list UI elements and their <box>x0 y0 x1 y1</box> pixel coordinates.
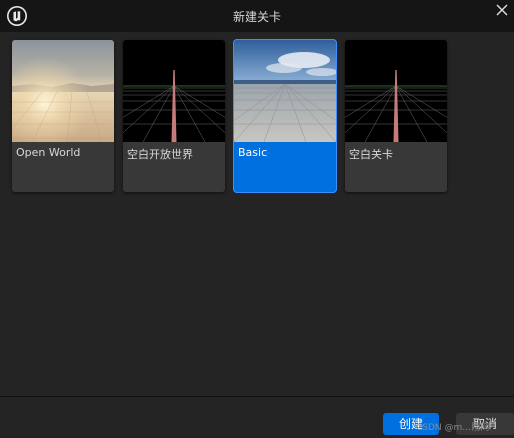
template-card-empty-open-world[interactable]: 空白开放世界 <box>123 40 225 192</box>
open-world-desert-thumbnail <box>12 40 114 142</box>
window-title: 新建关卡 <box>232 10 281 24</box>
template-label: Open World <box>16 146 81 159</box>
template-card-empty-level[interactable]: 空白关卡 <box>345 40 447 192</box>
title-bar: 新建关卡 <box>0 0 514 32</box>
template-card-basic[interactable]: Basic <box>234 40 336 192</box>
basic-tiled-floor-sky-thumbnail <box>234 40 336 142</box>
template-card-open-world[interactable]: Open World <box>12 40 114 192</box>
template-grid: Open World 空白开放世界 Basic 空白关卡 <box>0 32 514 396</box>
watermark-text: CSDN @m…刚网 <box>416 423 490 433</box>
template-label: 空白关卡 <box>349 148 393 161</box>
empty-grid-thumbnail <box>123 40 225 142</box>
empty-grid-thumbnail <box>345 40 447 142</box>
template-label: 空白开放世界 <box>127 148 193 161</box>
close-icon[interactable] <box>494 2 510 18</box>
template-label: Basic <box>238 146 268 159</box>
